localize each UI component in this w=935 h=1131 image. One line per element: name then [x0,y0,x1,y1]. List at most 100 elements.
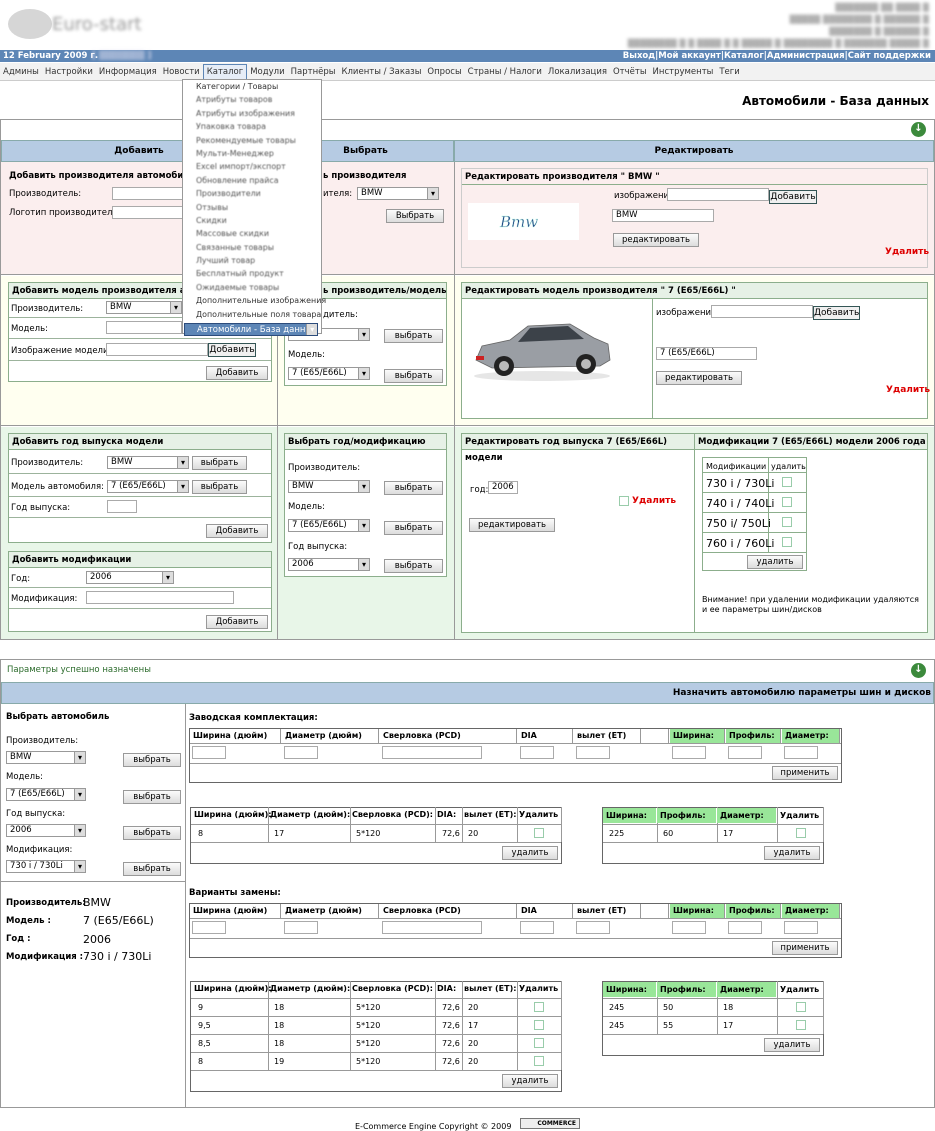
mod-year-select[interactable]: 2006 [86,571,174,584]
sel-year-select[interactable]: 2006 [288,558,370,571]
sel-model-select[interactable]: 7 (E65/E66L) [288,367,370,380]
menu-item[interactable]: Страны / Налоги [465,64,545,81]
choose-year-select[interactable]: 2006 [6,824,86,837]
edit-year-button[interactable]: редактировать [469,518,555,532]
edit-model-add-button[interactable]: Добавить [813,306,860,320]
model-maker-select[interactable]: BMW [106,301,182,314]
dropdown-item[interactable]: Дополнительные поля товара [183,308,321,321]
dropdown-item[interactable]: Ожидаемые товары [183,281,321,294]
year-input[interactable] [107,500,137,513]
menu-item[interactable]: Админы [0,64,42,81]
maker-select[interactable]: BMW [357,187,439,200]
year-maker-button[interactable]: выбрать [192,456,247,470]
arrow-down-icon[interactable]: ↓ [911,122,926,137]
variant-param-input[interactable] [284,921,318,934]
year-model-button[interactable]: выбрать [192,480,247,494]
factory-param-input[interactable] [728,746,762,759]
dropdown-item[interactable]: Обновление прайса [183,174,321,187]
variant-apply-button[interactable]: применить [772,941,838,955]
menu-item[interactable]: Отчёты [610,64,650,81]
variant-param-input[interactable] [784,921,818,934]
dropdown-item[interactable]: Упаковка товара [183,120,321,133]
factory-param-input[interactable] [576,746,610,759]
variant-disc-delete-checkbox[interactable] [534,1056,544,1066]
dropdown-item[interactable]: Отзывы [183,201,321,214]
maker-input[interactable] [112,187,192,200]
dropdown-item[interactable]: Мульти-Менеджер [183,147,321,160]
choose-mod-select[interactable]: 730 i / 730Li [6,860,86,873]
top-link[interactable]: Администрация [767,51,845,61]
year-model-select[interactable]: 7 (E65/E66L) [107,480,189,493]
top-link[interactable]: Выход [623,51,655,61]
add-model-button[interactable]: Добавить [206,366,268,380]
dropdown-item[interactable]: Скидки [183,214,321,227]
add-year-button[interactable]: Добавить [206,524,268,538]
factory-tire-delete-button[interactable]: удалить [764,846,820,860]
choose-model-button[interactable]: выбрать [123,790,181,804]
sel-year-maker-button[interactable]: выбрать [384,481,443,495]
dropdown-item[interactable]: Лучший товар [183,254,321,267]
delete-model-link[interactable]: Удалить [886,385,930,395]
edit-maker-name-input[interactable]: BMW [612,209,714,222]
top-link[interactable]: Каталог [724,51,764,61]
variant-param-input[interactable] [576,921,610,934]
variant-param-input[interactable] [672,921,706,934]
factory-apply-button[interactable]: применить [772,766,838,780]
variant-disc-delete-button[interactable]: удалить [502,1074,558,1088]
variant-disc-delete-checkbox[interactable] [534,1002,544,1012]
dropdown-item[interactable]: Связанные товары [183,241,321,254]
variant-disc-delete-checkbox[interactable] [534,1020,544,1030]
model-image-input[interactable] [106,343,208,356]
sel-model-maker-button[interactable]: выбрать [384,329,443,343]
mod-delete-checkbox[interactable] [782,477,792,487]
choose-maker-select[interactable]: BMW [6,751,86,764]
sel-model-button[interactable]: выбрать [384,369,443,383]
dropdown-item[interactable]: Рекомендуемые товары [183,134,321,147]
menu-item[interactable]: Каталог [202,64,248,80]
factory-disc-delete-button[interactable]: удалить [502,846,558,860]
factory-param-input[interactable] [382,746,482,759]
edit-year-input[interactable]: 2006 [488,481,518,494]
dropdown-item[interactable]: Категории / Товары [183,80,321,93]
dropdown-item[interactable]: Производители [183,187,321,200]
select-maker-button[interactable]: Выбрать [386,209,444,223]
arrow-down-icon[interactable]: ↓ [911,663,926,678]
dropdown-item[interactable]: Бесплатный продукт [183,267,321,280]
sel-year-button[interactable]: выбрать [384,559,443,573]
menu-item[interactable]: Информация [96,64,160,81]
variant-param-input[interactable] [192,921,226,934]
menu-item[interactable]: Инструменты [650,64,717,81]
variant-param-input[interactable] [520,921,554,934]
choose-model-select[interactable]: 7 (E65/E66L) [6,788,86,801]
year-maker-select[interactable]: BMW [107,456,189,469]
choose-maker-button[interactable]: выбрать [123,753,181,767]
mod-delete-checkbox[interactable] [782,537,792,547]
variant-tire-delete-checkbox[interactable] [796,1020,806,1030]
edit-maker-button[interactable]: редактировать [613,233,699,247]
menu-item[interactable]: Локализация [545,64,610,81]
delete-maker-link[interactable]: Удалить [885,247,929,257]
dropdown-item[interactable]: Атрибуты товаров [183,93,321,106]
logo-input[interactable] [112,206,192,219]
menu-item[interactable]: Настройки [42,64,96,81]
model-input[interactable] [106,321,182,334]
factory-param-input[interactable] [784,746,818,759]
variant-param-input[interactable] [728,921,762,934]
sel-year-model-button[interactable]: выбрать [384,521,443,535]
factory-param-input[interactable] [192,746,226,759]
mod-delete-checkbox[interactable] [782,517,792,527]
edit-model-button[interactable]: редактировать [656,371,742,385]
factory-param-input[interactable] [284,746,318,759]
dropdown-item[interactable]: Атрибуты изображения [183,107,321,120]
mod-input[interactable] [86,591,234,604]
factory-param-input[interactable] [520,746,554,759]
dropdown-item[interactable]: Автомобили - База данных [184,323,319,337]
delete-year-checkbox[interactable] [619,496,629,506]
factory-disc-delete-checkbox[interactable] [534,828,544,838]
factory-tire-delete-checkbox[interactable] [796,828,806,838]
choose-year-button[interactable]: выбрать [123,826,181,840]
variant-tire-delete-checkbox[interactable] [796,1002,806,1012]
dropdown-item[interactable]: Excel импорт/экспорт [183,160,321,173]
dropdown-item[interactable]: Массовые скидки [183,227,321,240]
sel-year-model-select[interactable]: 7 (E65/E66L) [288,519,370,532]
